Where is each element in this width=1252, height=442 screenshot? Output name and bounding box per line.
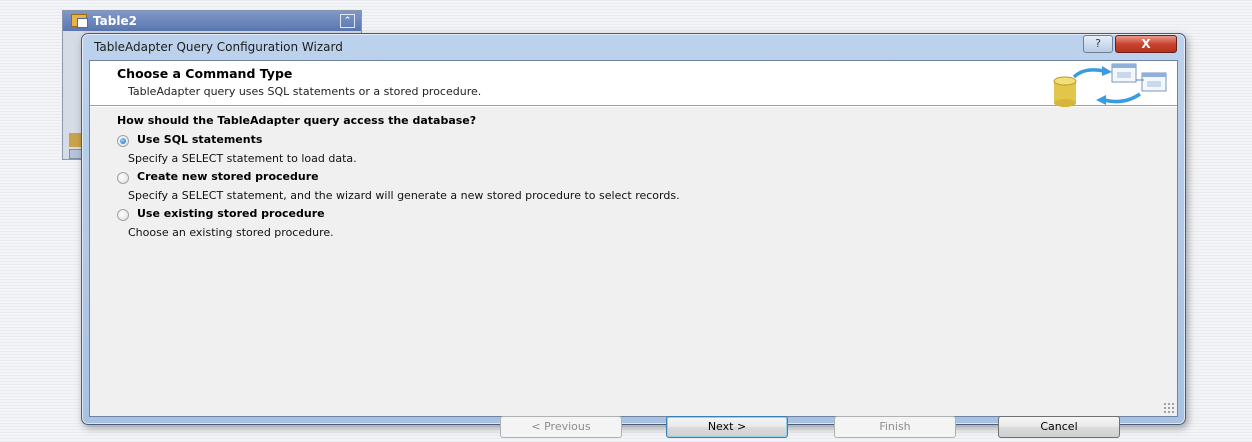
radio-use-existing-stored-procedure[interactable]	[117, 209, 129, 221]
option-label[interactable]: Use SQL statements	[137, 133, 262, 146]
cancel-button[interactable]: Cancel	[998, 416, 1120, 438]
title-bar[interactable]: TableAdapter Query Configuration Wizard	[82, 34, 1185, 60]
page-title: Choose a Command Type	[117, 66, 293, 81]
option-label[interactable]: Create new stored procedure	[137, 170, 319, 183]
option-label[interactable]: Use existing stored procedure	[137, 207, 325, 220]
access-question: How should the TableAdapter query access…	[117, 114, 477, 127]
background-table-title: Table2	[93, 14, 137, 28]
page-description: TableAdapter query uses SQL statements o…	[128, 85, 482, 98]
option-description: Choose an existing stored procedure.	[128, 226, 334, 239]
previous-button[interactable]: < Previous	[500, 416, 622, 438]
dialog-client-area: Choose a Command Type TableAdapter query…	[89, 60, 1178, 438]
close-button[interactable]: X	[1115, 35, 1177, 53]
wizard-dialog: TableAdapter Query Configuration Wizard …	[81, 33, 1186, 438]
resize-grip-icon[interactable]	[1163, 402, 1175, 414]
finish-button[interactable]: Finish	[834, 416, 956, 438]
background-table-header: Table2 ⌃	[63, 11, 361, 31]
option-description: Specify a SELECT statement, and the wiza…	[128, 189, 680, 202]
collapse-icon[interactable]: ⌃	[340, 14, 355, 28]
radio-create-new-stored-procedure[interactable]	[117, 172, 129, 184]
option-description: Specify a SELECT statement to load data.	[128, 152, 357, 165]
help-button[interactable]: ?	[1083, 35, 1113, 53]
radio-use-sql-statements[interactable]	[117, 135, 129, 147]
key-icon	[69, 133, 81, 147]
database-tables-icon	[1053, 63, 1167, 107]
wizard-body: How should the TableAdapter query access…	[90, 107, 1177, 438]
table-icon	[71, 14, 88, 28]
wizard-header: Choose a Command Type TableAdapter query…	[90, 61, 1177, 107]
window-title: TableAdapter Query Configuration Wizard	[94, 40, 343, 54]
next-button[interactable]: Next >	[666, 416, 788, 438]
